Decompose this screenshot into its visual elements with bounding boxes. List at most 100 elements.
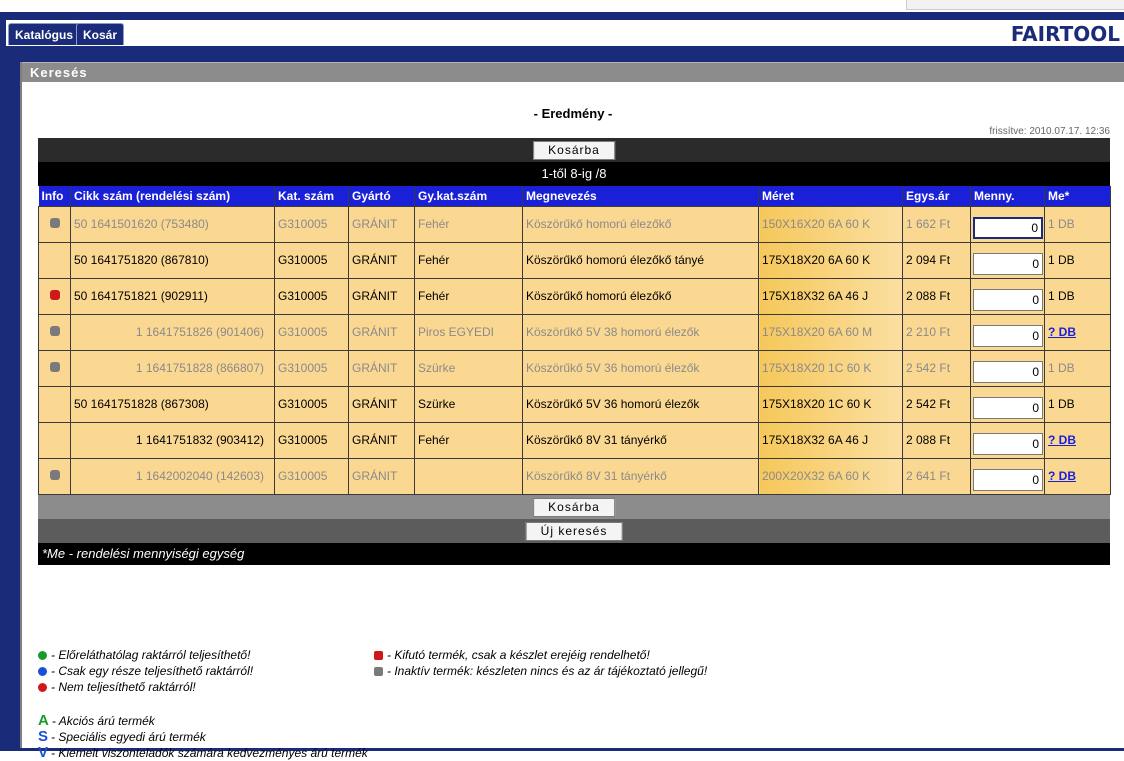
gyarto-cell: GRÁNIT xyxy=(348,277,415,315)
quantity-input[interactable] xyxy=(973,433,1043,455)
unit-cell: 1 DB xyxy=(1044,277,1111,315)
inactive-icon[interactable] xyxy=(49,470,60,480)
tab-katalogus[interactable]: Katalógus xyxy=(8,23,81,45)
qty-cell xyxy=(970,241,1045,279)
tab-kosar[interactable]: Kosár xyxy=(76,23,125,45)
col-gykat: Gy.kat.szám xyxy=(414,186,523,206)
gykat-cell: Fehér xyxy=(414,205,523,243)
gyarto-cell: GRÁNIT xyxy=(348,421,415,459)
table-row: 50 1641751828 (867308) G310005 GRÁNIT Szürk… xyxy=(38,385,1111,423)
table-row: 50 1641751820 (867810) G310005 GRÁNIT Fehér… xyxy=(38,241,1111,279)
legend-red: - Nem teljesíthető raktárról! xyxy=(38,680,196,694)
megnevezes-cell: Köszörűkő homorú élezőkő xyxy=(522,277,759,315)
inactive-icon[interactable] xyxy=(49,218,60,228)
info-cell xyxy=(38,313,71,351)
results-table: Info Cikk szám (rendelési szám) Kat. szá… xyxy=(38,186,1111,495)
info-cell xyxy=(38,277,71,315)
unit-cell: 1 DB xyxy=(1044,349,1111,387)
add-to-cart-button-top[interactable]: Kosárba xyxy=(533,141,615,160)
legend-blue: - Csak egy része teljesíthető raktárról! xyxy=(38,664,253,678)
megnevezes-cell: Köszörűkő 8V 31 tányérkő xyxy=(522,457,759,495)
megnevezes-cell: Köszörűkő homorú élezőkő tányé xyxy=(522,241,759,279)
meret-cell: 175X18X20 1C 60 K xyxy=(758,385,903,423)
megnevezes-cell: Köszörűkő 5V 36 homorú élezők xyxy=(522,349,759,387)
col-menny: Menny. xyxy=(970,186,1045,206)
gyarto-cell: GRÁNIT xyxy=(348,385,415,423)
cikk-cell: 50 1641501620 (753480) xyxy=(70,205,275,243)
gyarto-cell: GRÁNIT xyxy=(348,313,415,351)
unit-link[interactable]: ? DB xyxy=(1048,325,1076,339)
gyarto-cell: GRÁNIT xyxy=(348,241,415,279)
price-cell: 2 088 Ft xyxy=(902,421,971,459)
table-row: 50 1641751821 (902911) G310005 GRÁNIT Fehér… xyxy=(38,277,1111,315)
kat-cell: G310005 xyxy=(274,385,349,423)
table-row: 1 1641751828 (866807) G310005 GRÁNIT Szürke… xyxy=(38,349,1111,387)
col-megnevezes: Megnevezés xyxy=(522,186,759,206)
legend-kifuto: - Kifutó termék, csak a készlet erejéig … xyxy=(374,648,650,662)
results-block: Kosárba 1-től 8-ig /8 Info Cikk szám (re… xyxy=(38,138,1111,565)
quantity-input[interactable] xyxy=(973,397,1043,419)
result-title: - Eredmény - xyxy=(533,106,613,121)
col-gyarto: Gyártó xyxy=(348,186,415,206)
col-cikk: Cikk szám (rendelési szám) xyxy=(70,186,275,206)
legend-akcios: A- Akciós árú termék xyxy=(38,712,155,729)
kat-cell: G310005 xyxy=(274,205,349,243)
kat-cell: G310005 xyxy=(274,313,349,351)
app-frame: Katalógus Kosár FAIRTOOL Keresés - Eredm… xyxy=(0,12,1124,761)
brand-logo: FAIRTOOL xyxy=(1010,22,1120,46)
bottom-cart-bar: Kosárba xyxy=(38,494,1110,519)
cikk-cell: 1 1642002040 (142603) xyxy=(70,457,275,495)
gyarto-cell: GRÁNIT xyxy=(348,349,415,387)
inactive-icon[interactable] xyxy=(49,362,60,372)
legend-kiemelt: V- Kiemelt viszonteladók számára kedvezm… xyxy=(38,744,368,761)
new-search-button[interactable]: Új keresés xyxy=(525,521,623,541)
legend-specialis: S- Speciális egyedi árú termék xyxy=(38,728,206,745)
gykat-cell: Fehér xyxy=(414,421,523,459)
cikk-cell: 50 1641751820 (867810) xyxy=(70,241,275,279)
meret-cell: 175X18X32 6A 46 J xyxy=(758,421,903,459)
quantity-input[interactable] xyxy=(973,325,1043,347)
meret-cell: 150X16X20 6A 60 K xyxy=(758,205,903,243)
unit-cell: 1 DB xyxy=(1044,385,1111,423)
info-cell xyxy=(38,241,71,279)
price-cell: 2 210 Ft xyxy=(902,313,971,351)
letter-s: S xyxy=(38,728,49,745)
legend-inaktiv: - Inaktív termék: készleten nincs és az … xyxy=(374,664,707,678)
kat-cell: G310005 xyxy=(274,241,349,279)
quantity-input[interactable] xyxy=(973,217,1043,239)
info-cell xyxy=(38,205,71,243)
quantity-input[interactable] xyxy=(973,253,1043,275)
pager: 1-től 8-ig /8 xyxy=(38,162,1110,186)
updated-timestamp: frissítve: 2010.07.17. 12:36 xyxy=(989,126,1110,137)
inactive-icon[interactable] xyxy=(49,326,60,336)
info-cell xyxy=(38,385,71,423)
col-me: Me* xyxy=(1044,186,1111,206)
quantity-input[interactable] xyxy=(973,361,1043,383)
add-to-cart-button-bottom[interactable]: Kosárba xyxy=(533,497,615,517)
discontinued-icon[interactable] xyxy=(49,290,60,300)
quantity-input[interactable] xyxy=(973,289,1043,311)
footnote: *Me - rendelési mennyiségi egység xyxy=(38,542,1110,565)
price-cell: 2 542 Ft xyxy=(902,349,971,387)
kat-cell: G310005 xyxy=(274,421,349,459)
qty-cell xyxy=(970,277,1045,315)
unit-link[interactable]: ? DB xyxy=(1048,433,1076,447)
quantity-input[interactable] xyxy=(973,469,1043,491)
meret-cell: 175X18X20 6A 60 M xyxy=(758,313,903,351)
gykat-cell: Piros EGYEDI xyxy=(414,313,523,351)
unit-link[interactable]: ? DB xyxy=(1048,469,1076,483)
gykat-cell: Szürke xyxy=(414,349,523,387)
tab-bar: Katalógus Kosár FAIRTOOL xyxy=(6,20,1124,48)
qty-cell xyxy=(970,313,1045,351)
qty-cell xyxy=(970,385,1045,423)
cikk-cell: 50 1641751828 (867308) xyxy=(70,385,275,423)
letter-a: A xyxy=(38,712,49,729)
info-cell xyxy=(38,421,71,459)
table-row: 50 1641501620 (753480) G310005 GRÁNIT Fehér… xyxy=(38,205,1111,243)
info-cell xyxy=(38,457,71,495)
gykat-cell: Fehér xyxy=(414,241,523,279)
top-cart-bar: Kosárba xyxy=(38,138,1110,162)
megnevezes-cell: Köszörűkő 5V 38 homorú élezők xyxy=(522,313,759,351)
kat-cell: G310005 xyxy=(274,457,349,495)
new-search-bar: Új keresés xyxy=(38,518,1110,543)
